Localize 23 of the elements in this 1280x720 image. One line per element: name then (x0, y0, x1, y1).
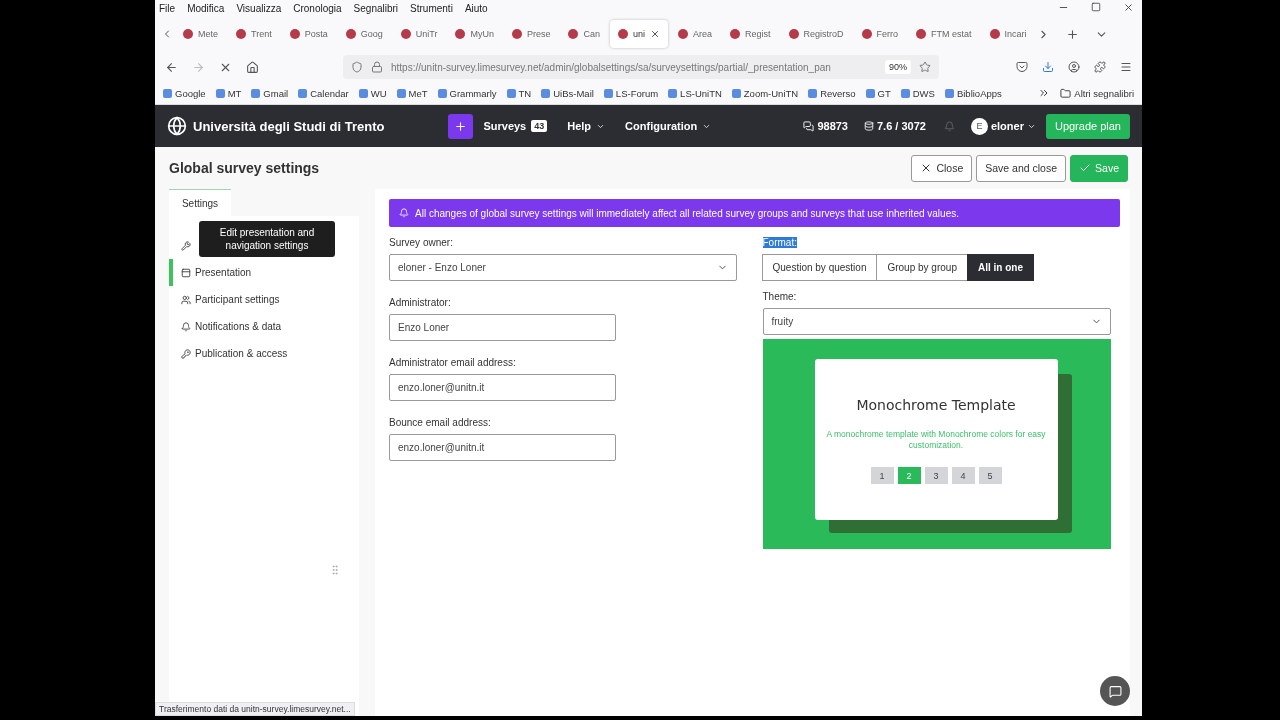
tooltip: Edit presentation and navigation settings (199, 221, 335, 257)
info-banner: All changes of global survey settings will immediately affect all related survey groups and surveys that use inherited values. (389, 199, 1120, 227)
page-number: 5 (978, 467, 1002, 485)
preview-description: A monochrome template with Monochrome colors for easy customization. (826, 429, 1046, 452)
page-title: Global survey settings (169, 160, 321, 176)
field-label: Format: (762, 237, 797, 248)
field-label: Theme: (762, 291, 797, 302)
sidebar-label: Publication & access (195, 348, 288, 359)
page-number: 4 (951, 467, 975, 485)
field-label: Administrator: (389, 297, 451, 308)
field-label: Administrator email address: (389, 357, 516, 368)
sidebar-label: Notifications & data (195, 321, 282, 332)
responses-count: 98873 (803, 120, 848, 132)
preview-title: Monochrome Template (856, 397, 1016, 413)
sidebar-label: Participant settings (195, 294, 280, 305)
field-label: Survey owner: (389, 237, 453, 248)
page-number: 2 (897, 467, 921, 485)
field-label: Bounce email address: (389, 417, 491, 428)
page-number: 3 (924, 467, 948, 485)
page-number: 1 (870, 467, 894, 485)
status-text: Trasferimento dati da unitn-survey.limesurvey.net... (155, 702, 355, 716)
storage-usage: 7.6 / 3072 (864, 120, 926, 132)
sidebar-label: Presentation (195, 267, 252, 278)
